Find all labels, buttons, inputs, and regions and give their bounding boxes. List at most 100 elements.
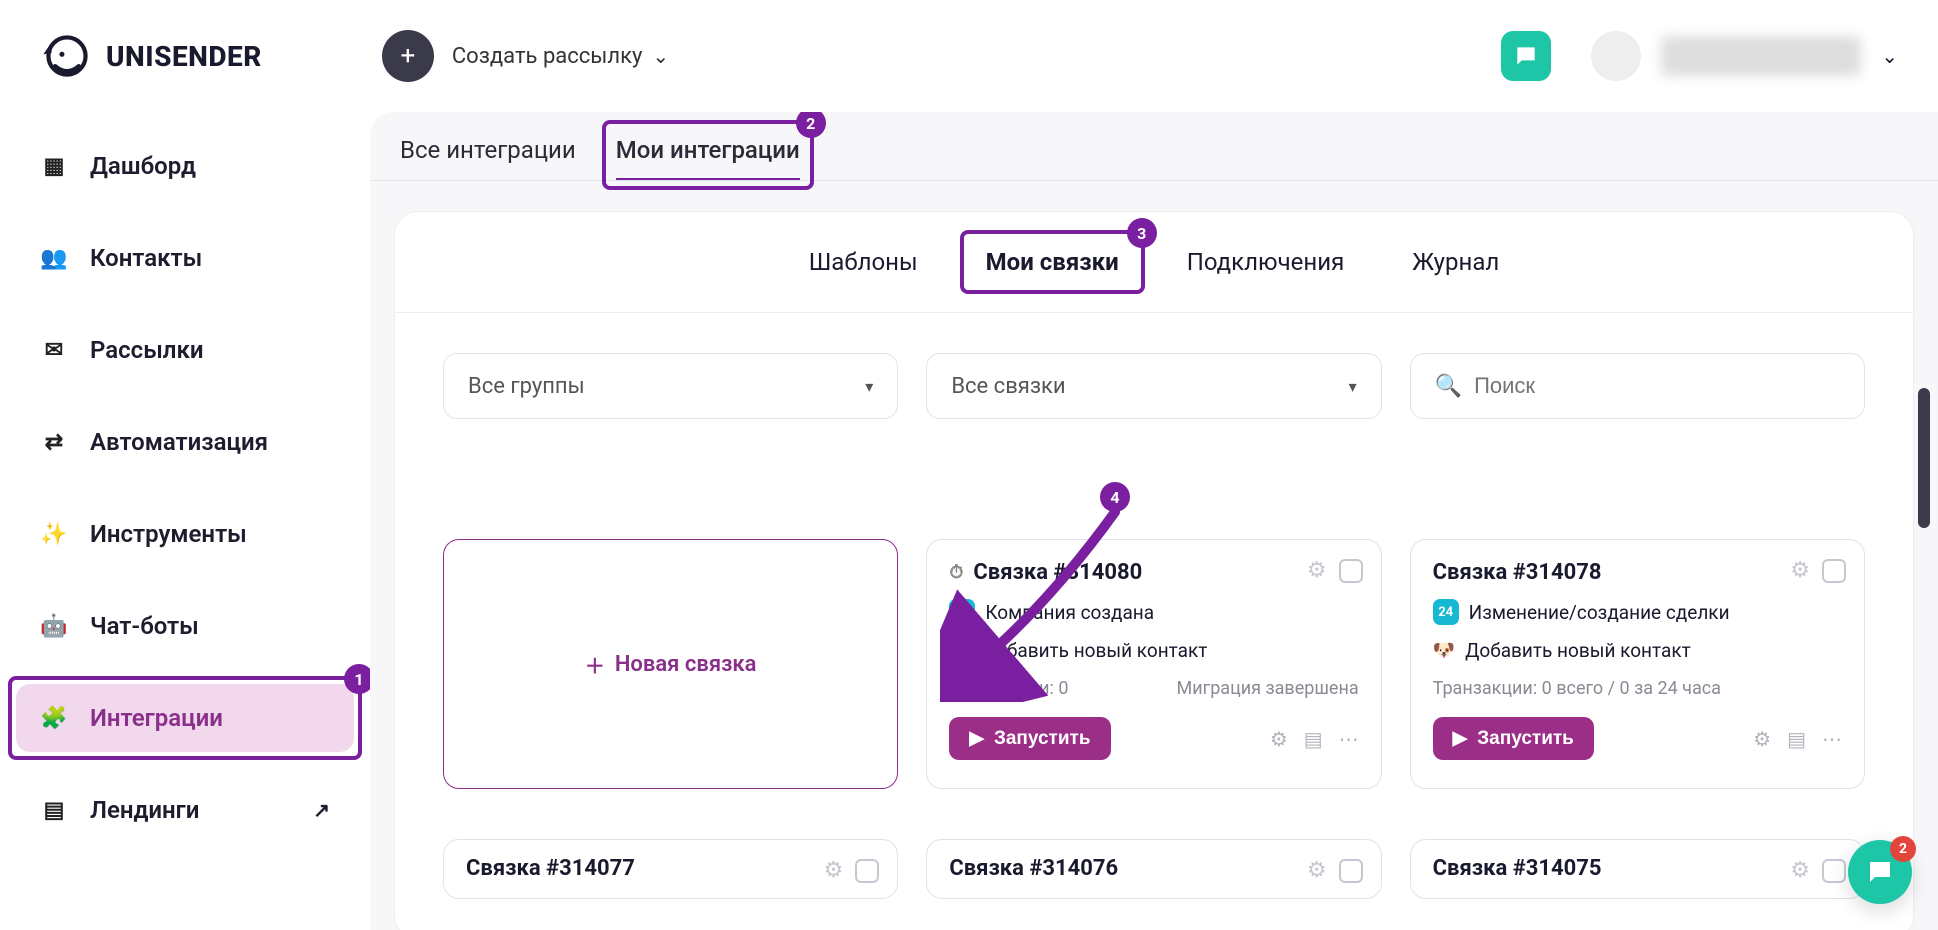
chat-bubble-icon — [1513, 43, 1539, 69]
checkbox[interactable] — [1822, 559, 1846, 583]
card-row-text: Добавить новый контакт — [1465, 639, 1691, 662]
plus-icon: ＋ — [585, 650, 605, 679]
cards-grid-row2: ⚙ Связка #314077 ⚙ Связка #314076 ⚙ — [395, 829, 1913, 930]
tab-label: Все интеграции — [400, 136, 576, 164]
sidebar-item-landings[interactable]: ▤ Лендинги ↗ — [16, 776, 354, 844]
play-icon: ▶ — [1453, 727, 1468, 750]
gear-icon[interactable]: ⚙ — [1753, 727, 1771, 751]
search-box[interactable]: 🔍 — [1410, 353, 1865, 419]
sidebar-item-chatbots[interactable]: 🤖 Чат-боты — [16, 592, 354, 660]
run-button[interactable]: ▶ Запустить — [949, 717, 1110, 760]
annotation-badge: 2 — [796, 112, 826, 138]
chevron-down-icon: ▾ — [1349, 377, 1357, 396]
app-header: UNISENDER + Создать рассылку ⌄ ⌄ — [0, 0, 1938, 112]
list-icon[interactable]: ▤ — [1787, 727, 1806, 751]
chat-widget[interactable]: 2 — [1848, 840, 1912, 904]
user-menu[interactable]: ⌄ — [1591, 31, 1898, 81]
subtab-templates[interactable]: Шаблоны — [795, 240, 932, 284]
chain-icon[interactable]: ⚙ — [1307, 558, 1327, 583]
support-chat-button[interactable] — [1501, 31, 1551, 81]
sidebar-item-contacts[interactable]: 👥 Контакты — [16, 224, 354, 292]
subtab-label: Журнал — [1412, 248, 1499, 276]
checkbox[interactable] — [1339, 559, 1363, 583]
chat-button[interactable]: 2 — [1848, 840, 1912, 904]
tab-label: Мои интеграции — [616, 136, 800, 164]
subtab-my-bindings[interactable]: Мои связки 3 — [972, 240, 1133, 284]
landing-icon: ▤ — [40, 798, 68, 823]
brand-logo[interactable]: UNISENDER — [40, 29, 262, 83]
chat-bubble-icon — [1865, 857, 1895, 887]
sidebar-item-tools[interactable]: ✨ Инструменты — [16, 500, 354, 568]
create-dropdown[interactable]: Создать рассылку ⌄ — [452, 44, 669, 69]
binding-card: ⚙ Связка #314075 — [1410, 839, 1865, 899]
search-input[interactable] — [1474, 373, 1840, 399]
contacts-icon: 👥 — [40, 246, 68, 271]
sidebar: ▦ Дашборд 👥 Контакты ✉ Рассылки ⇄ Автома… — [0, 112, 370, 930]
select-value: Все связки — [951, 374, 1065, 399]
subtab-label: Мои связки — [986, 248, 1119, 276]
chevron-down-icon: ⌄ — [1881, 44, 1898, 68]
filter-groups-select[interactable]: Все группы ▾ — [443, 353, 898, 419]
chain-icon[interactable]: ⚙ — [824, 858, 844, 883]
card-row-text: Добавить новый контакт — [982, 639, 1208, 662]
brand-name: UNISENDER — [106, 40, 262, 73]
chain-icon[interactable]: ⚙ — [1790, 558, 1810, 583]
filter-bindings-select[interactable]: Все связки ▾ — [926, 353, 1381, 419]
card-title: ⏱ Связка #314080 — [949, 560, 1358, 585]
more-icon[interactable]: ⋯ — [1339, 727, 1359, 751]
sidebar-item-automation[interactable]: ⇄ Автоматизация — [16, 408, 354, 476]
list-icon[interactable]: ▤ — [1304, 727, 1323, 751]
sidebar-item-label: Дашборд — [90, 152, 196, 180]
create-plus-button[interactable]: + — [382, 30, 434, 82]
sidebar-item-label: Чат-боты — [90, 612, 199, 640]
sidebar-item-label: Контакты — [90, 244, 202, 272]
bot-icon: 🤖 — [40, 614, 68, 639]
checkbox[interactable] — [855, 859, 879, 883]
gear-icon[interactable]: ⚙ — [1270, 727, 1288, 751]
new-binding-card[interactable]: ＋ Новая связка — [443, 539, 898, 789]
sidebar-item-label: Интеграции — [90, 704, 223, 732]
subtab-journal[interactable]: Журнал — [1398, 240, 1513, 284]
chain-icon[interactable]: ⚙ — [1307, 858, 1327, 883]
checkbox[interactable] — [1339, 859, 1363, 883]
search-icon: 🔍 — [1435, 374, 1462, 399]
chevron-down-icon: ▾ — [865, 377, 873, 396]
sidebar-item-label: Лендинги — [90, 796, 199, 824]
card-title: Связка #314078 — [1433, 560, 1842, 585]
subtab-label: Шаблоны — [809, 248, 918, 276]
run-label: Запустить — [1477, 728, 1574, 750]
badge-24-icon: 24 — [949, 599, 975, 625]
subtab-connections[interactable]: Подключения — [1173, 240, 1359, 284]
card-meta-left: Транзакции: 0 всего / 0 за 24 часа — [1433, 678, 1721, 699]
binding-card: ⚙ Связка #314076 — [926, 839, 1381, 899]
dashboard-icon: ▦ — [40, 154, 68, 179]
sidebar-item-label: Рассылки — [90, 336, 204, 364]
card-title-text: Связка #314077 — [466, 856, 635, 881]
new-binding-label: Новая связка — [615, 652, 757, 677]
tab-all-integrations[interactable]: Все интеграции — [400, 136, 576, 180]
binding-card: ⚙ Связка #314077 — [443, 839, 898, 899]
tab-my-integrations[interactable]: Мои интеграции 2 — [616, 136, 800, 180]
run-button[interactable]: ▶ Запустить — [1433, 717, 1594, 760]
checkbox[interactable] — [1822, 859, 1846, 883]
sidebar-item-label: Автоматизация — [90, 428, 268, 456]
create-label-text: Создать рассылку — [452, 44, 643, 69]
badge-24-icon: 24 — [1433, 599, 1459, 625]
sidebar-item-dashboard[interactable]: ▦ Дашборд — [16, 132, 354, 200]
chevron-down-icon: ⌄ — [652, 44, 669, 68]
subtab-label: Подключения — [1187, 248, 1345, 276]
cards-grid: ＋ Новая связка ⚙ ⏱ Связка #314080 24 — [395, 439, 1913, 829]
sidebar-item-campaigns[interactable]: ✉ Рассылки — [16, 316, 354, 384]
main-content: Все интеграции Мои интеграции 2 Шаблоны … — [370, 112, 1938, 930]
play-icon: ▶ — [969, 727, 984, 750]
chain-icon[interactable]: ⚙ — [1790, 858, 1810, 883]
binding-card: ⚙ Связка #314078 24 Изменение/создание с… — [1410, 539, 1865, 789]
sub-tab-bar: Шаблоны Мои связки 3 Подключения Журнал — [395, 212, 1913, 313]
more-icon[interactable]: ⋯ — [1822, 727, 1842, 751]
card-title-text: Связка #314076 — [949, 856, 1118, 881]
card-title-text: Связка #314080 — [973, 560, 1142, 585]
sidebar-item-integrations[interactable]: 🧩 Интеграции 1 — [16, 684, 354, 752]
top-tab-bar: Все интеграции Мои интеграции 2 — [370, 112, 1938, 181]
scrollbar[interactable] — [1918, 388, 1930, 528]
dog-icon: 🐶 — [949, 640, 971, 661]
